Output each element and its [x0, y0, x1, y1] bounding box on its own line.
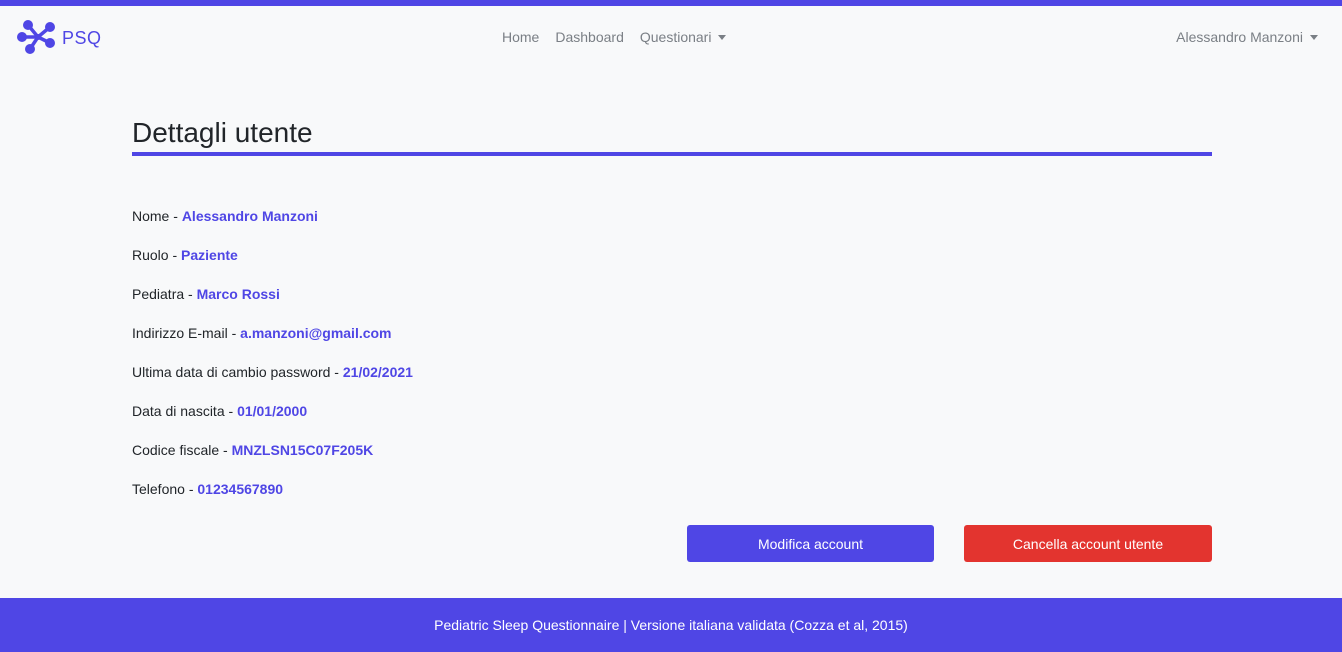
caret-down-icon: [1310, 35, 1318, 40]
separator: -: [168, 247, 182, 263]
detail-label: Codice fiscale: [132, 442, 220, 458]
detail-value: Alessandro Manzoni: [181, 208, 318, 224]
page-title: Dettagli utente: [132, 117, 313, 148]
nav-dropdown-label: Questionari: [639, 29, 712, 45]
molecule-logo-icon: [16, 19, 56, 57]
detail-value: 21/02/2021: [342, 364, 413, 380]
detail-label: Ruolo: [132, 247, 169, 263]
separator: -: [330, 364, 343, 380]
detail-row-pediatra: Pediatra - Marco Rossi: [132, 284, 413, 323]
navbar: PSQ Home Dashboard Questionari Alessandr…: [0, 6, 1342, 68]
detail-label: Telefono: [132, 481, 185, 497]
detail-value: a.manzoni@gmail.com: [240, 325, 392, 341]
brand-link[interactable]: PSQ: [16, 19, 102, 57]
detail-row-email: Indirizzo E-mail - a.manzoni@gmail.com: [132, 323, 413, 362]
detail-label: Pediatra: [132, 286, 185, 302]
footer-text: Pediatric Sleep Questionnaire | Versione…: [434, 617, 908, 633]
user-name: Alessandro Manzoni: [1176, 29, 1303, 45]
title-underline: [132, 152, 1212, 156]
detail-value: 01234567890: [197, 481, 284, 497]
separator: -: [227, 325, 241, 341]
detail-value: Marco Rossi: [196, 286, 280, 302]
detail-row-fiscal-code: Codice fiscale - MNZLSN15C07F205K: [132, 440, 413, 479]
separator: -: [224, 403, 238, 419]
nav-link-dashboard[interactable]: Dashboard: [555, 29, 624, 45]
separator: -: [184, 286, 197, 302]
detail-label: Nome: [132, 208, 170, 224]
detail-value: Paziente: [181, 247, 238, 263]
separator: -: [184, 481, 198, 497]
caret-down-icon: [718, 35, 727, 40]
separator: -: [169, 208, 182, 224]
detail-row-password-date: Ultima data di cambio password - 21/02/2…: [132, 362, 413, 401]
detail-label: Indirizzo E-mail: [132, 325, 228, 341]
brand-name: PSQ: [62, 27, 102, 48]
nav-dropdown-questionari[interactable]: Questionari: [640, 29, 727, 45]
user-details-list: Nome - Alessandro Manzoni Ruolo - Pazien…: [132, 206, 413, 518]
nav-link-home[interactable]: Home: [502, 29, 539, 45]
detail-value: MNZLSN15C07F205K: [231, 442, 374, 458]
user-dropdown[interactable]: Alessandro Manzoni: [1176, 29, 1318, 45]
detail-label: Ultima data di cambio password: [132, 364, 331, 380]
footer: Pediatric Sleep Questionnaire | Versione…: [0, 598, 1342, 652]
detail-row-nome: Nome - Alessandro Manzoni: [132, 206, 413, 245]
detail-row-birth-date: Data di nascita - 01/01/2000: [132, 401, 413, 440]
main-nav: Home Dashboard Questionari: [502, 29, 742, 45]
separator: -: [219, 442, 232, 458]
edit-account-button[interactable]: Modifica account: [687, 525, 934, 562]
detail-value: 01/01/2000: [237, 403, 308, 419]
detail-label: Data di nascita: [132, 403, 225, 419]
detail-row-ruolo: Ruolo - Paziente: [132, 245, 413, 284]
delete-account-button[interactable]: Cancella account utente: [964, 525, 1212, 562]
detail-row-phone: Telefono - 01234567890: [132, 479, 413, 518]
